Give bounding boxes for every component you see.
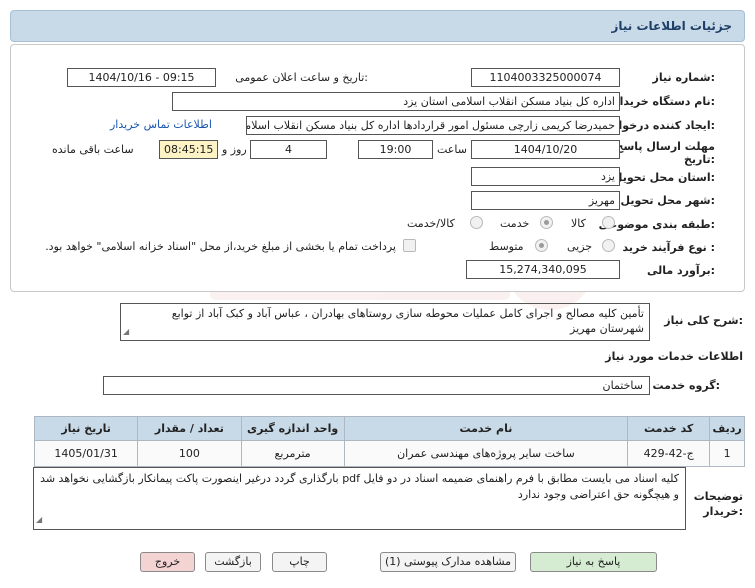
cell-service-code: ج-42-429 — [627, 440, 711, 467]
estimate-label: برآورد مالی: — [647, 264, 715, 277]
col-quantity: تعداد / مقدار — [137, 416, 242, 441]
process-option-minor: جزیی — [567, 240, 593, 253]
cell-unit: مترمربع — [240, 440, 345, 467]
description-field[interactable]: تأمین کلیه مصالح و اجرای کامل عملیات محو… — [120, 303, 650, 341]
need-number-label: شماره نیاز: — [652, 71, 715, 84]
buyer-notes-label-2: خریدار: — [703, 505, 743, 518]
description-label: شرح کلی نیاز: — [664, 314, 743, 327]
buyer-org-label: نام دستگاه خریدار: — [613, 95, 715, 108]
col-unit: واحد اندازه گیری — [240, 416, 345, 441]
table-header-row: ردیف کد خدمت نام خدمت واحد اندازه گیری ت… — [33, 416, 745, 441]
province-label: استان محل تحویل: — [612, 171, 715, 184]
days-label: روز و — [222, 143, 247, 156]
city-field: مهریز — [471, 191, 620, 210]
announce-datetime-field: 1404/10/16 - 09:15 — [67, 68, 216, 87]
category-radio-service[interactable] — [540, 216, 553, 229]
category-option-goods-service: کالا/خدمت — [407, 217, 455, 230]
category-radio-goods[interactable] — [602, 216, 615, 229]
category-option-goods: کالا — [571, 217, 586, 230]
cell-need-date: 1405/01/31 — [33, 440, 139, 467]
cell-row-number: 1 — [709, 440, 745, 467]
buyer-notes-field[interactable]: کلیه اسناد می بایست مطابق با فرم راهنمای… — [33, 467, 686, 530]
col-row-number: ردیف — [709, 416, 745, 441]
process-radio-medium[interactable] — [535, 239, 548, 252]
process-radio-minor[interactable] — [602, 239, 615, 252]
treasury-payment-checkbox[interactable] — [403, 239, 416, 252]
category-label: طبقه بندی موضوعی: — [598, 218, 715, 231]
announce-datetime-label: تاریخ و ساعت اعلان عمومی: — [235, 71, 368, 84]
col-service-name: نام خدمت — [343, 416, 629, 441]
col-service-code: کد خدمت — [627, 416, 711, 441]
creator-field: حمیدرضا کریمی زارچی مسئول امور قراردادها… — [246, 116, 620, 135]
buyer-org-field: اداره کل بنیاد مسکن انقلاب اسلامی استان … — [172, 92, 620, 111]
exit-button[interactable]: خروج — [140, 552, 195, 572]
remaining-time-field: 08:45:15 — [159, 140, 218, 159]
need-number-field: 1104003325000074 — [471, 68, 620, 87]
buyer-notes-text: کلیه اسناد می بایست مطابق با فرم راهنمای… — [40, 472, 679, 501]
deadline-time-field: 19:00 — [358, 140, 433, 159]
col-need-date: تاریخ نیاز — [33, 416, 139, 441]
resize-grip-icon[interactable]: ◢ — [36, 512, 42, 528]
province-field: یزد — [471, 167, 620, 186]
deadline-date-field: 1404/10/20 — [471, 140, 620, 159]
city-label: شهر محل تحویل: — [620, 194, 715, 207]
cell-quantity: 100 — [137, 440, 242, 467]
service-group-field: ساختمان — [103, 376, 650, 395]
category-radio-goods-service[interactable] — [470, 216, 483, 229]
process-label: نوع فرآیند خرید : — [622, 241, 715, 254]
estimate-field: 15,274,340,095 — [466, 260, 620, 279]
description-text: تأمین کلیه مصالح و اجرای کامل عملیات محو… — [171, 307, 644, 335]
remaining-time-label: ساعت باقی مانده — [52, 143, 134, 156]
services-section-title: اطلاعات خدمات مورد نیاز — [605, 350, 743, 363]
buyer-notes-label: توضیحات — [693, 490, 743, 503]
treasury-payment-note: پرداخت تمام یا بخشی از مبلغ خرید،از محل … — [45, 240, 396, 253]
table-row: 1 ج-42-429 ساخت سایر پروژه‌های مهندسی عم… — [33, 440, 745, 467]
deadline-time-label: ساعت — [437, 143, 467, 156]
services-table: ردیف کد خدمت نام خدمت واحد اندازه گیری ت… — [33, 416, 745, 467]
reply-button[interactable]: پاسخ به نیاز — [530, 552, 657, 572]
resize-grip-icon[interactable]: ◢ — [123, 324, 129, 339]
service-group-label: گروه خدمت: — [652, 379, 720, 392]
page-header: جزئیات اطلاعات نیاز — [10, 10, 745, 42]
remaining-days-field: 4 — [250, 140, 327, 159]
category-option-service: خدمت — [500, 217, 530, 230]
view-attachments-button[interactable]: مشاهده مدارک پیوستی (1) — [380, 552, 516, 572]
deadline-date-label: تاریخ: — [683, 153, 715, 166]
page-title: جزئیات اطلاعات نیاز — [611, 19, 732, 33]
print-button[interactable]: چاپ — [272, 552, 327, 572]
back-button[interactable]: بازگشت — [205, 552, 261, 572]
cell-service-name: ساخت سایر پروژه‌های مهندسی عمران — [343, 440, 629, 467]
buyer-contact-link[interactable]: اطلاعات تماس خریدار — [110, 118, 212, 131]
process-option-medium: متوسط — [489, 240, 524, 253]
